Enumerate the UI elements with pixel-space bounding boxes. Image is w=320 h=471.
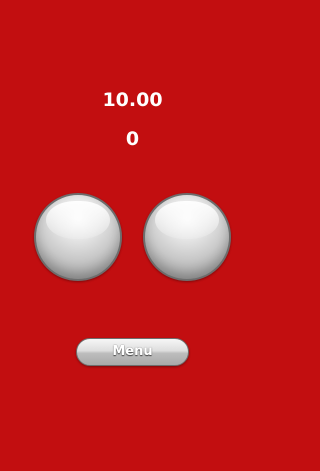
glossy-round-button-icon — [46, 201, 110, 239]
menu-button[interactable]: Menu — [76, 338, 189, 366]
left-tap-button[interactable] — [34, 193, 122, 281]
glossy-round-button-icon — [155, 201, 219, 239]
right-tap-button[interactable] — [143, 193, 231, 281]
score-display: 0 — [125, 128, 140, 150]
timer-display: 10.00 — [102, 89, 163, 111]
